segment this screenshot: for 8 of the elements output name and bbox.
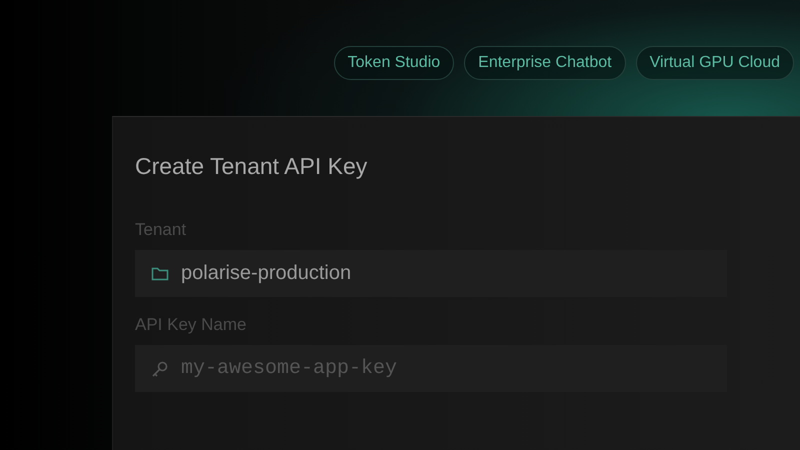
form-title: Create Tenant API Key: [135, 153, 368, 180]
nav-pill[interactable]: Token Studio: [334, 46, 454, 80]
key-icon: [151, 360, 169, 378]
nav-pill[interactable]: Virtual GPU Cloud: [636, 46, 794, 80]
folder-icon: [151, 266, 169, 282]
field-value: polarise-production: [181, 262, 352, 285]
input-field[interactable]: polarise-production: [135, 250, 727, 297]
nav-pill[interactable]: Enterprise Chatbot: [464, 46, 626, 80]
